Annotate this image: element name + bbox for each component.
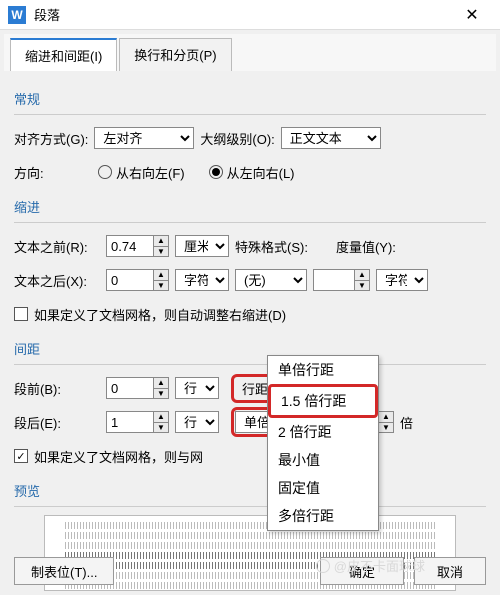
checkbox-icon: ✓: [14, 449, 28, 463]
chevron-down-icon[interactable]: ▼: [154, 247, 168, 257]
outline-label: 大纲级别(O):: [200, 129, 274, 148]
special-select[interactable]: (无): [235, 269, 307, 291]
chevron-up-icon[interactable]: ▲: [154, 378, 168, 389]
checkbox-icon: [14, 307, 28, 321]
text-before-label: 文本之前(R):: [14, 237, 100, 256]
line-spacing-option-1-5[interactable]: 1.5 倍行距: [268, 384, 378, 418]
direction-label: 方向:: [14, 163, 92, 182]
divider: [14, 222, 486, 223]
section-indent: 缩进: [14, 197, 486, 216]
section-preview: 预览: [14, 481, 486, 500]
chevron-down-icon[interactable]: ▼: [154, 389, 168, 399]
snapgrid-label: 如果定义了文档网格，则与网: [34, 447, 203, 466]
measure-spinner[interactable]: ▲▼: [313, 269, 370, 291]
text-before-input[interactable]: [107, 236, 153, 256]
divider: [14, 114, 486, 115]
chevron-down-icon[interactable]: ▼: [154, 423, 168, 433]
setting-unit: 倍: [400, 413, 413, 432]
tab-bar: 缩进和间距(I) 换行和分页(P): [4, 34, 496, 71]
chevron-up-icon[interactable]: ▲: [379, 412, 393, 423]
app-icon: W: [8, 6, 26, 24]
line-spacing-option[interactable]: 多倍行距: [268, 502, 378, 530]
chevron-up-icon[interactable]: ▲: [355, 270, 369, 281]
text-before-unit[interactable]: 厘米: [175, 235, 229, 257]
line-spacing-option[interactable]: 单倍行距: [268, 356, 378, 384]
measure-input[interactable]: [314, 270, 354, 290]
text-after-label: 文本之后(X):: [14, 271, 100, 290]
direction-ltr[interactable]: 从左向右(L): [209, 163, 295, 182]
space-before-unit[interactable]: 行: [175, 377, 219, 399]
ok-button[interactable]: 确定: [320, 557, 404, 585]
snapgrid-checkbox[interactable]: ✓ 如果定义了文档网格，则与网: [14, 447, 203, 466]
space-before-spinner[interactable]: ▲▼: [106, 377, 169, 399]
divider: [14, 506, 486, 507]
direction-rtl[interactable]: 从右向左(F): [98, 163, 185, 182]
align-select[interactable]: 左对齐: [94, 127, 194, 149]
radio-icon: [98, 165, 112, 179]
special-label: 特殊格式(S):: [235, 237, 308, 256]
titlebar: W 段落 ✕: [0, 0, 500, 30]
section-general: 常规: [14, 89, 486, 108]
align-label: 对齐方式(G):: [14, 129, 88, 148]
text-before-spinner[interactable]: ▲▼: [106, 235, 169, 257]
autogrid-checkbox[interactable]: 如果定义了文档网格，则自动调整右缩进(D): [14, 305, 286, 324]
tab-indent-spacing[interactable]: 缩进和间距(I): [10, 38, 117, 71]
radio-icon: [209, 165, 223, 179]
space-before-input[interactable]: [107, 378, 153, 398]
close-icon[interactable]: ✕: [452, 5, 492, 25]
tabstops-button[interactable]: 制表位(T)...: [14, 557, 114, 585]
autogrid-label: 如果定义了文档网格，则自动调整右缩进(D): [34, 305, 286, 324]
space-after-label: 段后(E):: [14, 413, 100, 432]
chevron-down-icon[interactable]: ▼: [355, 281, 369, 291]
measure-label: 度量值(Y):: [336, 237, 396, 256]
space-before-label: 段前(B):: [14, 379, 100, 398]
section-spacing: 间距: [14, 339, 486, 358]
cancel-button[interactable]: 取消: [414, 557, 486, 585]
rtl-label: 从右向左(F): [116, 163, 185, 182]
button-row: 制表位(T)... 确定 取消: [0, 557, 500, 585]
chevron-down-icon[interactable]: ▼: [379, 423, 393, 433]
chevron-up-icon[interactable]: ▲: [154, 412, 168, 423]
ltr-label: 从左向右(L): [227, 163, 295, 182]
chevron-up-icon[interactable]: ▲: [154, 270, 168, 281]
space-after-unit[interactable]: 行: [175, 411, 219, 433]
text-after-spinner[interactable]: ▲▼: [106, 269, 169, 291]
outline-select[interactable]: 正文文本: [281, 127, 381, 149]
line-spacing-dropdown[interactable]: 单倍行距 1.5 倍行距 2 倍行距 最小值 固定值 多倍行距: [267, 355, 379, 531]
divider: [14, 364, 486, 365]
line-spacing-option[interactable]: 固定值: [268, 474, 378, 502]
text-after-input[interactable]: [107, 270, 153, 290]
chevron-down-icon[interactable]: ▼: [154, 281, 168, 291]
line-spacing-option[interactable]: 2 倍行距: [268, 418, 378, 446]
text-after-unit[interactable]: 字符: [175, 269, 229, 291]
space-after-input[interactable]: [107, 412, 153, 432]
line-spacing-option[interactable]: 最小值: [268, 446, 378, 474]
window-title: 段落: [34, 5, 452, 24]
tab-pagination[interactable]: 换行和分页(P): [119, 38, 231, 71]
chevron-up-icon[interactable]: ▲: [154, 236, 168, 247]
measure-unit[interactable]: 字符: [376, 269, 428, 291]
space-after-spinner[interactable]: ▲▼: [106, 411, 169, 433]
